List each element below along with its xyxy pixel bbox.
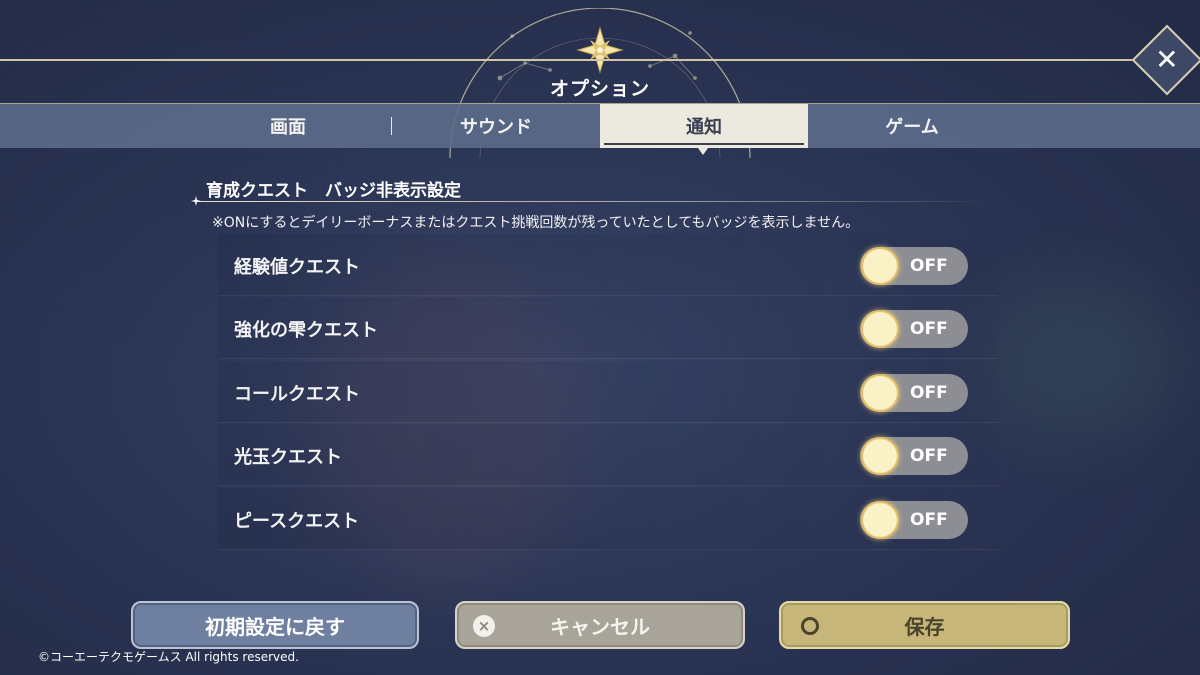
tab-label: 通知 [686,117,722,138]
setting-label: 強化の雫クエスト [234,320,378,341]
tab-screen[interactable]: 画面 [184,104,392,148]
page-title: オプション [549,78,650,100]
section-title: 育成クエスト バッジ非表示設定 [206,181,461,201]
toggle-switch[interactable]: OFF [860,374,968,412]
toggle-switch[interactable]: OFF [860,310,968,348]
button-label: 保存 [904,614,945,639]
confirm-circle-icon [801,617,819,635]
setting-label: ピースクエスト [234,511,360,532]
tab-label: サウンド [460,117,532,138]
toggle-knob [861,437,899,475]
tab-label: 画面 [270,117,306,138]
setting-row-piece-quest: ピースクエスト OFF [218,488,998,550]
tab-notification[interactable]: 通知 [600,104,808,148]
button-label: 初期設定に戻す [205,614,345,639]
setting-row-exp-quest: 経験値クエスト OFF [218,234,998,296]
setting-row-call-quest: コールクエスト OFF [218,361,998,423]
background-light [980,280,1180,440]
setting-label: 経験値クエスト [234,257,360,278]
toggle-state: OFF [910,256,948,276]
setting-row-drop-quest: 強化の雫クエスト OFF [218,297,998,359]
toggle-knob [861,310,899,348]
button-label: キャンセル [550,614,650,639]
toggle-switch[interactable]: OFF [860,247,968,285]
tab-sound[interactable]: サウンド [392,104,600,148]
setting-row-orb-quest: 光玉クエスト OFF [218,424,998,486]
toggle-switch[interactable]: OFF [860,437,968,475]
section-divider [196,201,996,202]
tab-label: ゲーム [885,117,939,138]
toggle-state: OFF [910,319,948,339]
tab-game[interactable]: ゲーム [808,104,1016,148]
sparkle-icon [191,196,201,206]
cancel-button[interactable]: × キャンセル [455,601,745,649]
toggle-knob [861,501,899,539]
toggle-knob [861,247,899,285]
active-tab-pointer-icon [698,148,708,155]
toggle-state: OFF [910,446,948,466]
save-button[interactable]: 保存 [779,601,1070,649]
toggle-knob [861,374,899,412]
setting-label: コールクエスト [234,384,360,405]
reset-defaults-button[interactable]: 初期設定に戻す [131,601,419,649]
tab-bar: 画面 サウンド 通知 ゲーム [0,104,1200,148]
toggle-state: OFF [910,510,948,530]
setting-label: 光玉クエスト [234,447,342,468]
header-top-line [0,59,1200,61]
close-icon: ✕ [1155,43,1179,76]
toggle-state: OFF [910,383,948,403]
section-note: ※ONにするとデイリーボーナスまたはクエスト挑戦回数が残っていたとしてもバッジを… [212,215,860,231]
copyright-text: ©コーエーテクモゲームス All rights reserved. [38,650,299,664]
toggle-switch[interactable]: OFF [860,501,968,539]
cancel-x-icon: × [473,615,495,637]
